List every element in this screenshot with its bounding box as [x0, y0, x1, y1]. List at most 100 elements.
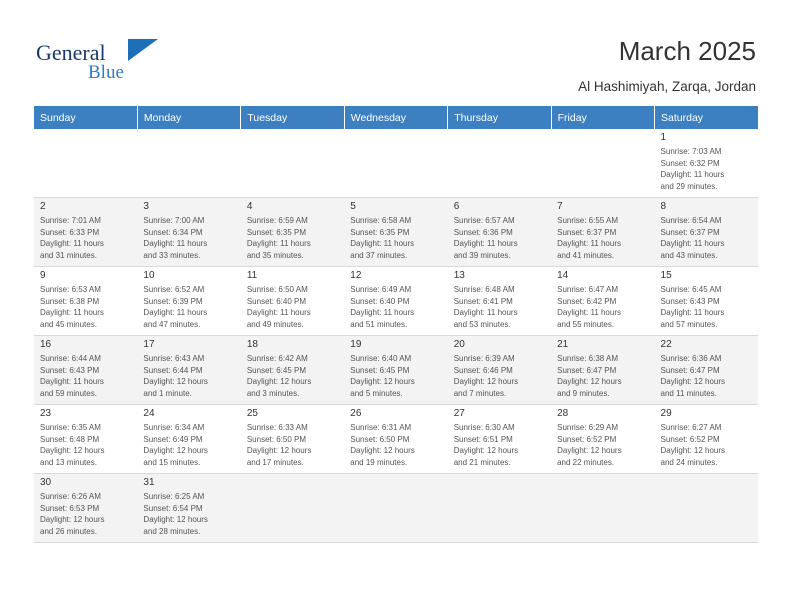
day-number: 17 — [143, 339, 155, 350]
calendar-page: General Blue March 2025 Al Hashimiyah, Z… — [0, 0, 792, 612]
day-cell: 18 Sunrise: 6:42 AM Sunset: 6:45 PM Dayli… — [240, 335, 345, 405]
day-details: Sunrise: 6:43 AM Sunset: 6:44 PM Dayligh… — [143, 354, 208, 398]
day-details: Sunrise: 6:26 AM Sunset: 6:53 PM Dayligh… — [40, 492, 105, 536]
day-number: 7 — [557, 201, 563, 212]
day-number: 24 — [143, 408, 155, 419]
day-cell: 4 Sunrise: 6:59 AM Sunset: 6:35 PM Daylig… — [240, 197, 345, 267]
day-cell: 25 Sunrise: 6:33 AM Sunset: 6:50 PM Dayli… — [240, 404, 345, 474]
weekday-header-monday: Monday — [137, 106, 242, 129]
day-details: Sunrise: 6:45 AM Sunset: 6:43 PM Dayligh… — [660, 285, 725, 329]
day-cell: 5 Sunrise: 6:58 AM Sunset: 6:35 PM Daylig… — [344, 197, 448, 267]
sunrise-sunset-calendar: Sunday Monday Tuesday Wednesday Thursday… — [34, 106, 758, 543]
day-cell: 10 Sunrise: 6:52 AM Sunset: 6:39 PM Dayli… — [137, 266, 241, 336]
day-number: 27 — [453, 408, 465, 419]
day-number: 1 — [660, 132, 667, 143]
day-details: Sunrise: 7:03 AM Sunset: 6:32 PM Dayligh… — [660, 147, 725, 191]
day-details: Sunrise: 7:01 AM Sunset: 6:33 PM Dayligh… — [40, 216, 104, 260]
day-number: 29 — [660, 408, 672, 419]
day-details: Sunrise: 6:33 AM Sunset: 6:50 PM Dayligh… — [246, 423, 312, 467]
day-cell: 28 Sunrise: 6:29 AM Sunset: 6:52 PM Dayli… — [551, 404, 655, 474]
day-cell: 14 Sunrise: 6:47 AM Sunset: 6:42 PM Dayli… — [551, 266, 655, 336]
day-number: 12 — [350, 270, 362, 281]
day-number: 2 — [40, 201, 46, 212]
day-details: Sunrise: 6:52 AM Sunset: 6:39 PM Dayligh… — [143, 285, 208, 329]
day-details: Sunrise: 6:29 AM Sunset: 6:52 PM Dayligh… — [557, 423, 622, 467]
day-cell: 6 Sunrise: 6:57 AM Sunset: 6:36 PM Daylig… — [447, 197, 552, 267]
day-details: Sunrise: 6:38 AM Sunset: 6:47 PM Dayligh… — [557, 354, 622, 398]
day-cell: 23 Sunrise: 6:35 AM Sunset: 6:48 PM Dayli… — [34, 404, 138, 474]
day-cell — [551, 129, 655, 198]
day-details: Sunrise: 6:40 AM Sunset: 6:45 PM Dayligh… — [350, 354, 415, 398]
day-cell — [240, 473, 345, 543]
day-number: 22 — [660, 339, 672, 350]
day-details: Sunrise: 6:50 AM Sunset: 6:40 PM Dayligh… — [246, 285, 311, 329]
calendar-week-row: 23 Sunrise: 6:35 AM Sunset: 6:48 PM Dayli… — [34, 404, 758, 474]
day-cell: 29 Sunrise: 6:27 AM Sunset: 6:52 PM Dayli… — [654, 404, 758, 474]
day-cell: 21 Sunrise: 6:38 AM Sunset: 6:47 PM Dayli… — [551, 335, 655, 405]
weekday-header-row: Sunday Monday Tuesday Wednesday Thursday… — [34, 106, 758, 129]
day-number: 31 — [143, 477, 155, 488]
day-cell — [34, 129, 138, 198]
day-cell — [137, 129, 241, 198]
day-number: 28 — [557, 408, 569, 419]
day-number: 9 — [40, 270, 46, 281]
day-cell: 9 Sunrise: 6:53 AM Sunset: 6:38 PM Daylig… — [34, 266, 138, 336]
day-cell: 16 Sunrise: 6:44 AM Sunset: 6:43 PM Dayli… — [34, 335, 138, 405]
day-cell: 12 Sunrise: 6:49 AM Sunset: 6:40 PM Dayli… — [344, 266, 448, 336]
day-number: 10 — [143, 270, 155, 281]
day-cell — [240, 129, 345, 198]
day-number: 18 — [246, 339, 258, 350]
day-cell: 19 Sunrise: 6:40 AM Sunset: 6:45 PM Dayli… — [344, 335, 448, 405]
day-cell — [654, 473, 758, 543]
day-number: 4 — [246, 201, 253, 212]
day-number: 30 — [40, 477, 52, 488]
calendar-week-row: 2 Sunrise: 7:01 AM Sunset: 6:33 PM Daylig… — [34, 197, 758, 267]
day-cell: 3 Sunrise: 7:00 AM Sunset: 6:34 PM Daylig… — [137, 197, 241, 267]
calendar-week-row: 30 Sunrise: 6:26 AM Sunset: 6:53 PM Dayli… — [34, 473, 758, 543]
day-details: Sunrise: 6:59 AM Sunset: 6:35 PM Dayligh… — [246, 216, 311, 260]
weekday-header-saturday: Saturday — [654, 106, 758, 129]
day-cell: 13 Sunrise: 6:48 AM Sunset: 6:41 PM Dayli… — [447, 266, 552, 336]
day-details: Sunrise: 6:27 AM Sunset: 6:52 PM Dayligh… — [660, 423, 726, 467]
page-title: March 2025 — [618, 36, 756, 66]
day-cell: 26 Sunrise: 6:31 AM Sunset: 6:50 PM Dayli… — [344, 404, 448, 474]
weekday-header-friday: Friday — [551, 106, 656, 129]
day-number: 13 — [453, 270, 465, 281]
day-number: 26 — [350, 408, 362, 419]
day-details: Sunrise: 6:53 AM Sunset: 6:38 PM Dayligh… — [40, 285, 104, 329]
day-details: Sunrise: 6:30 AM Sunset: 6:51 PM Dayligh… — [453, 423, 519, 467]
day-number: 15 — [660, 270, 672, 281]
day-number: 16 — [40, 339, 52, 350]
day-details: Sunrise: 6:54 AM Sunset: 6:37 PM Dayligh… — [660, 216, 725, 260]
day-number: 3 — [143, 201, 149, 212]
day-details: Sunrise: 6:44 AM Sunset: 6:43 PM Dayligh… — [40, 354, 104, 398]
day-number: 19 — [350, 339, 362, 350]
general-blue-logo: General Blue — [36, 36, 176, 86]
day-details: Sunrise: 6:58 AM Sunset: 6:35 PM Dayligh… — [350, 216, 415, 260]
day-cell: 11 Sunrise: 6:50 AM Sunset: 6:40 PM Dayli… — [240, 266, 345, 336]
location-subtitle: Al Hashimiyah, Zarqa, Jordan — [578, 79, 756, 94]
day-cell: 22 Sunrise: 6:36 AM Sunset: 6:47 PM Dayli… — [654, 335, 758, 405]
day-cell: 27 Sunrise: 6:30 AM Sunset: 6:51 PM Dayli… — [447, 404, 552, 474]
day-number: 14 — [557, 270, 569, 281]
day-cell — [447, 473, 552, 543]
day-cell — [344, 129, 448, 198]
day-cell: 30 Sunrise: 6:26 AM Sunset: 6:53 PM Dayli… — [34, 473, 138, 543]
calendar-week-row: 9 Sunrise: 6:53 AM Sunset: 6:38 PM Daylig… — [34, 266, 758, 336]
day-details: Sunrise: 6:42 AM Sunset: 6:45 PM Dayligh… — [246, 354, 312, 398]
day-number: 25 — [246, 408, 258, 419]
day-details: Sunrise: 6:49 AM Sunset: 6:40 PM Dayligh… — [350, 285, 415, 329]
day-number: 20 — [453, 339, 465, 350]
day-details: Sunrise: 6:35 AM Sunset: 6:48 PM Dayligh… — [40, 423, 105, 467]
day-number: 6 — [453, 201, 460, 212]
day-details: Sunrise: 6:36 AM Sunset: 6:47 PM Dayligh… — [660, 354, 726, 398]
day-details: Sunrise: 7:00 AM Sunset: 6:34 PM Dayligh… — [143, 216, 208, 260]
calendar-week-row: 16 Sunrise: 6:44 AM Sunset: 6:43 PM Dayli… — [34, 335, 758, 405]
day-details: Sunrise: 6:48 AM Sunset: 6:41 PM Dayligh… — [453, 285, 518, 329]
page-header: General Blue March 2025 Al Hashimiyah, Z… — [0, 0, 792, 106]
calendar-week-row: 1 Sunrise: 7:03 AM Sunset: 6:32 PM Daylig… — [34, 129, 758, 198]
day-details: Sunrise: 6:25 AM Sunset: 6:54 PM Dayligh… — [143, 492, 208, 536]
day-number: 21 — [557, 339, 569, 350]
day-details: Sunrise: 6:57 AM Sunset: 6:36 PM Dayligh… — [453, 216, 518, 260]
weekday-header-sunday: Sunday — [34, 106, 138, 129]
